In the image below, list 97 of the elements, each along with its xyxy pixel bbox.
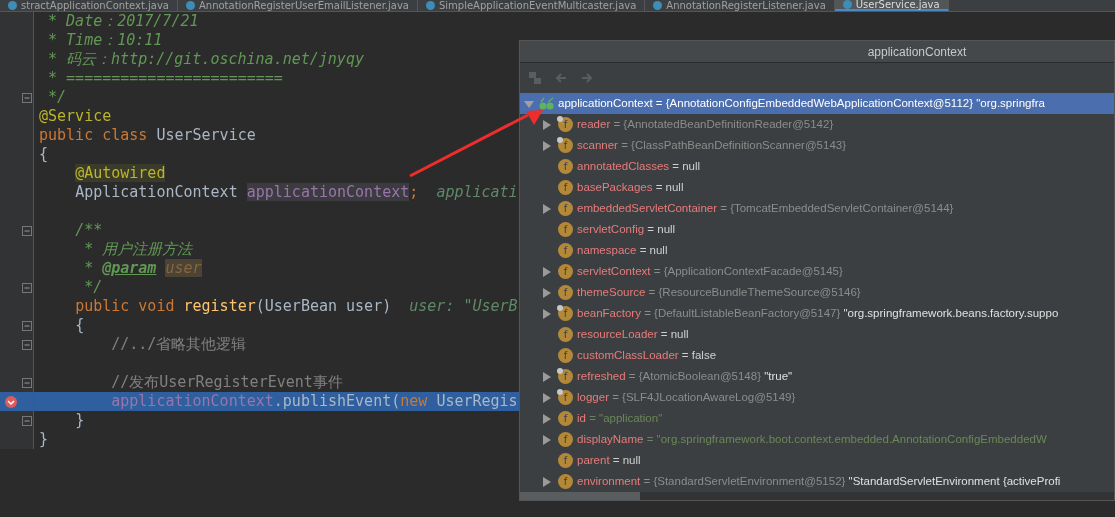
- variable-text: reader = {AnnotatedBeanDefinitionReader@5142}: [577, 117, 834, 132]
- code-line: }: [39, 430, 49, 448]
- file-tab[interactable]: SimpleApplicationEventMulticaster.java: [417, 0, 646, 11]
- tree-row[interactable]: f annotatedClasses = null: [520, 156, 1114, 177]
- field-icon: f: [558, 306, 573, 321]
- field-icon: f: [558, 138, 573, 153]
- fold-icon[interactable]: [22, 320, 32, 331]
- field-icon: f: [558, 432, 573, 447]
- code-line: * @param user: [83, 259, 202, 277]
- tree-row[interactable]: f resourceLoader = null: [520, 324, 1114, 345]
- tree-row[interactable]: f beanFactory = {DefaultListableBeanFactory@5147} "org.springframework.beans.factory.suppo: [520, 303, 1114, 324]
- variable-text: logger = {SLF4JLocationAwareLog@5149}: [577, 390, 796, 405]
- code-line: * Time：10:11: [47, 31, 163, 49]
- field-icon: f: [558, 222, 573, 237]
- tree-row[interactable]: f servletContext = {ApplicationContextFacade@5145}: [520, 261, 1114, 282]
- variable-text: customClassLoader = false: [577, 348, 717, 363]
- glasses-icon: [538, 96, 556, 111]
- fold-icon[interactable]: [22, 377, 32, 388]
- tree-row[interactable]: f displayName = "org.springframework.boot.context.embedded.AnnotationConfigEmbeddedW: [520, 429, 1114, 450]
- variable-text: embeddedServletContainer = {TomcatEmbeddedServletContainer@5144}: [577, 201, 954, 216]
- field-icon: f: [558, 243, 573, 258]
- class-icon: [8, 1, 17, 10]
- code-line: public class UserService: [39, 126, 256, 144]
- field-icon: f: [558, 474, 573, 489]
- variable-text: beanFactory = {DefaultListableBeanFactory@5147} "org.springframework.beans.factory.suppo: [577, 306, 1059, 321]
- breakpoint-icon[interactable]: [4, 394, 18, 409]
- code-line: applicationContext.publishEvent(new UserRegis: [110, 392, 518, 410]
- tree-row[interactable]: f id = "application": [520, 408, 1114, 429]
- code-line: * ========================: [47, 69, 283, 87]
- tree-row[interactable]: f logger = {SLF4JLocationAwareLog@5149}: [520, 387, 1114, 408]
- variable-text: id = "application": [577, 411, 663, 426]
- variable-text: environment = {StandardServletEnvironment@5152} "StandardServletEnvironment {activeProfi: [577, 474, 1061, 489]
- code-line: * 用户注册方法: [83, 240, 193, 258]
- variable-text: displayName = "org.springframework.boot.context.embedded.AnnotationConfigEmbeddedW: [577, 432, 1047, 447]
- field-icon: f: [558, 159, 573, 174]
- code-line: //../省略其他逻辑: [110, 335, 247, 353]
- code-line: @Service: [39, 107, 112, 125]
- variable-text: refreshed = {AtomicBoolean@5148} "true": [577, 369, 793, 384]
- fold-icon[interactable]: [22, 92, 32, 103]
- variable-text: namespace = null: [577, 243, 668, 258]
- code-line: */: [83, 278, 103, 296]
- code-line: }: [74, 411, 85, 429]
- code-line: {: [39, 145, 49, 163]
- file-tab[interactable]: AnnotationRegisterListener.java: [645, 0, 835, 11]
- tree-row[interactable]: f customClassLoader = false: [520, 345, 1114, 366]
- field-icon: f: [558, 348, 573, 363]
- class-icon: [842, 0, 852, 9]
- variable-text: parent = null: [577, 453, 641, 468]
- variable-text: basePackages = null: [577, 180, 684, 195]
- code-line: {: [74, 316, 85, 334]
- code-line: public void register(UserBean user) user: "UserB: [74, 297, 518, 315]
- tree-row[interactable]: f reader = {AnnotatedBeanDefinitionReader@5142}: [520, 114, 1114, 135]
- variable-text: scanner = {ClassPathBeanDefinitionScanner@5143}: [577, 138, 847, 153]
- variable-text: servletContext = {ApplicationContextFacade@5145}: [577, 264, 843, 279]
- file-tab[interactable]: stractApplicationContext.java: [0, 0, 178, 11]
- scrollbar-thumb[interactable]: [520, 492, 640, 500]
- class-icon: [185, 1, 195, 10]
- tree-row[interactable]: f refreshed = {AtomicBoolean@5148} "true": [520, 366, 1114, 387]
- code-line: //发布UserRegisterEvent事件: [110, 373, 343, 391]
- field-icon: f: [558, 264, 573, 279]
- tree-row[interactable]: f servletConfig = null: [520, 219, 1114, 240]
- tree-row[interactable]: f embeddedServletContainer = {TomcatEmbeddedServletContainer@5144}: [520, 198, 1114, 219]
- field-icon: f: [558, 453, 573, 468]
- class-icon: [425, 1, 435, 10]
- tree-row[interactable]: applicationContext = {AnnotationConfigEmbeddedWebApplicationContext@5112} "org.springfra: [520, 93, 1114, 114]
- variable-text: servletConfig = null: [577, 222, 676, 237]
- file-tab[interactable]: UserService.java: [834, 0, 949, 11]
- fold-icon[interactable]: [22, 415, 32, 426]
- tree-row[interactable]: f parent = null: [520, 450, 1114, 471]
- fold-icon[interactable]: [22, 225, 32, 236]
- tree-row[interactable]: f basePackages = null: [520, 177, 1114, 198]
- fold-icon[interactable]: [22, 282, 32, 293]
- code-line: ApplicationContext applicationContext; applicati: [74, 183, 518, 201]
- popup-title: applicationContext: [867, 43, 967, 61]
- code-line: * 码云：http://git.oschina.net/jnyqy: [47, 50, 364, 68]
- code-line: */: [47, 88, 67, 106]
- variable-text: themeSource = {ResourceBundleThemeSource@5146}: [577, 285, 861, 300]
- field-icon: f: [558, 411, 573, 426]
- field-icon: f: [558, 180, 573, 195]
- tree-row[interactable]: f scanner = {ClassPathBeanDefinitionScanner@5143}: [520, 135, 1114, 156]
- code-line: /**: [74, 221, 103, 239]
- field-icon: f: [558, 390, 573, 405]
- field-icon: f: [558, 327, 573, 342]
- variable-text: applicationContext = {AnnotationConfigEmbeddedWebApplicationContext@5112} "org.springfra: [558, 96, 1045, 111]
- tree-row[interactable]: f environment = {StandardServletEnvironment@5152} "StandardServletEnvironment {activeProfi: [520, 471, 1114, 492]
- tree-row[interactable]: f themeSource = {ResourceBundleThemeSource@5146}: [520, 282, 1114, 303]
- class-icon: [653, 1, 663, 10]
- tree-row[interactable]: f namespace = null: [520, 240, 1114, 261]
- field-icon: f: [558, 117, 573, 132]
- field-icon: f: [558, 201, 573, 216]
- file-tab[interactable]: AnnotationRegisterUserEmailListener.java: [177, 0, 418, 11]
- field-icon: f: [558, 285, 573, 300]
- fold-icon[interactable]: [22, 339, 32, 350]
- field-icon: f: [558, 369, 573, 384]
- variable-text: resourceLoader = null: [577, 327, 689, 342]
- code-line: * Date：2017/7/21: [47, 12, 199, 30]
- variable-text: annotatedClasses = null: [577, 159, 701, 174]
